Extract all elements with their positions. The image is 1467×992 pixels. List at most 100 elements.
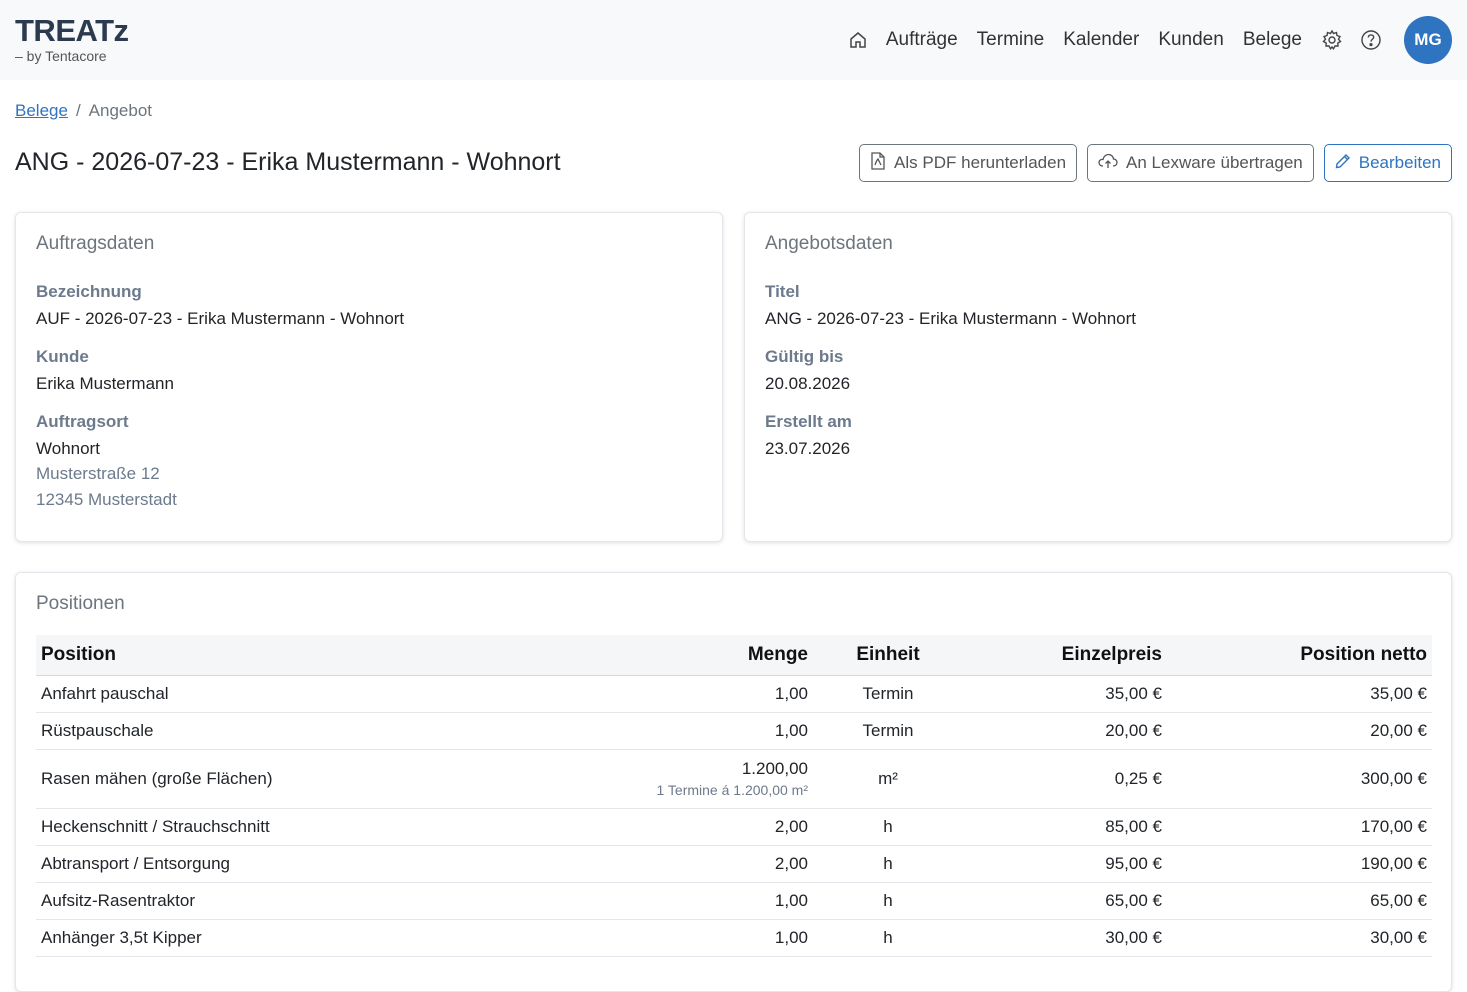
cell-einheit: Termin [813, 675, 963, 713]
cell-einheit: h [813, 919, 963, 957]
cell-einzelpreis: 30,00 € [963, 919, 1167, 957]
cell-menge: 1,00 [596, 712, 813, 750]
nav-link-kunden[interactable]: Kunden [1158, 29, 1224, 51]
user-avatar[interactable]: MG [1404, 16, 1452, 64]
cell-menge: 1,00 [596, 919, 813, 957]
gear-icon[interactable] [1321, 29, 1343, 51]
breadcrumb-separator: / [75, 101, 81, 120]
cell-netto: 30,00 € [1167, 919, 1432, 957]
table-header-row: Position Menge Einheit Einzelpreis Posit… [36, 635, 1432, 676]
cell-position: Rüstpauschale [36, 712, 596, 750]
cell-netto: 65,00 € [1167, 882, 1432, 920]
gueltig-label: Gültig bis [765, 347, 844, 366]
brand-tagline: – by Tentacore [15, 48, 107, 64]
angebotsdaten-title: Angebotsdaten [765, 233, 893, 254]
home-icon[interactable] [848, 29, 870, 51]
cell-netto: 190,00 € [1167, 845, 1432, 883]
auftragsort-street: Musterstraße 12 [36, 464, 160, 483]
table-row: Abtransport / Entsorgung 2,00 h 95,00 € … [36, 845, 1432, 883]
nav-link-belege[interactable]: Belege [1243, 29, 1302, 51]
cell-einzelpreis: 0,25 € [963, 749, 1167, 809]
cell-position: Aufsitz-Rasentraktor [36, 882, 596, 920]
bezeichnung-value: AUF - 2026-07-23 - Erika Mustermann - Wo… [36, 309, 405, 328]
cloud-upload-icon [1098, 153, 1118, 174]
cell-menge-detail: 1 Termine á 1.200,00 m² [656, 782, 809, 798]
cell-netto: 300,00 € [1167, 749, 1432, 809]
kunde-label: Kunde [36, 347, 89, 366]
main-nav: Aufträge Termine Kalender Kunden Belege … [848, 15, 1452, 65]
cell-einzelpreis: 85,00 € [963, 808, 1167, 846]
auftragsdaten-title: Auftragsdaten [36, 233, 155, 254]
brand-name: TREATz [15, 13, 129, 48]
table-row: Anhänger 3,5t Kipper 1,00 h 30,00 € 30,0… [36, 919, 1432, 957]
cell-einheit: h [813, 808, 963, 846]
angebotsdaten-card: Angebotsdaten Titel ANG - 2026-07-23 - E… [744, 212, 1452, 542]
cell-netto: 20,00 € [1167, 712, 1432, 750]
cell-einheit: m² [813, 749, 963, 809]
cell-position: Rasen mähen (große Flächen) [36, 749, 596, 809]
auftragsort-city: 12345 Musterstadt [36, 490, 177, 509]
help-icon[interactable] [1360, 29, 1382, 51]
header-netto: Position netto [1167, 635, 1432, 676]
cell-menge: 2,00 [596, 845, 813, 883]
bezeichnung-label: Bezeichnung [36, 282, 142, 301]
cell-netto: 170,00 € [1167, 808, 1432, 846]
edit-label: Bearbeiten [1358, 153, 1441, 172]
top-navbar: TREATz – by Tentacore Aufträge Termine K… [0, 0, 1467, 80]
titel-value: ANG - 2026-07-23 - Erika Mustermann - Wo… [765, 309, 1136, 328]
auftragsort-name: Wohnort [36, 439, 100, 458]
pdf-download-button[interactable]: Als PDF herunterladen [859, 144, 1078, 182]
gueltig-value: 20.08.2026 [765, 374, 851, 393]
page-title: ANG - 2026-07-23 - Erika Mustermann - Wo… [15, 148, 561, 176]
cell-einheit: Termin [813, 712, 963, 750]
auftragsort-label: Auftragsort [36, 412, 129, 431]
cell-menge: 2,00 [596, 808, 813, 846]
table-row: Heckenschnitt / Strauchschnitt 2,00 h 85… [36, 808, 1432, 846]
edit-button[interactable]: Bearbeiten [1323, 144, 1452, 182]
header-einheit: Einheit [813, 635, 963, 676]
kunde-value: Erika Mustermann [36, 374, 174, 393]
cell-einzelpreis: 65,00 € [963, 882, 1167, 920]
cell-menge: 1,00 [596, 882, 813, 920]
positionen-title: Positionen [36, 593, 125, 614]
cell-menge: 1.200,00 [741, 759, 808, 778]
action-toolbar: Als PDF herunterladen An Lexware übertra… [859, 144, 1452, 182]
cell-position: Anhänger 3,5t Kipper [36, 919, 596, 957]
lexware-transfer-label: An Lexware übertragen [1126, 153, 1303, 172]
cell-position: Heckenschnitt / Strauchschnitt [36, 808, 596, 846]
breadcrumb-link-belege[interactable]: Belege [15, 101, 68, 120]
pencil-icon [1335, 153, 1351, 174]
breadcrumb-current: Angebot [88, 101, 153, 120]
cell-position: Anfahrt pauschal [36, 675, 596, 713]
cell-einheit: h [813, 882, 963, 920]
table-row: Rasen mähen (große Flächen) 1.200,00 1 T… [36, 749, 1432, 809]
pdf-download-label: Als PDF herunterladen [894, 153, 1067, 172]
erstellt-value: 23.07.2026 [765, 439, 851, 458]
breadcrumb: Belege / Angebot [15, 101, 152, 121]
erstellt-label: Erstellt am [765, 412, 852, 431]
nav-link-termine[interactable]: Termine [977, 29, 1045, 51]
titel-label: Titel [765, 282, 800, 301]
cell-netto: 35,00 € [1167, 675, 1432, 713]
header-position: Position [36, 635, 596, 676]
positionen-card: Positionen Position Menge Einheit Einzel… [15, 572, 1452, 992]
nav-link-auftraege[interactable]: Aufträge [886, 29, 958, 51]
header-einzelpreis: Einzelpreis [963, 635, 1167, 676]
table-row: Anfahrt pauschal 1,00 Termin 35,00 € 35,… [36, 675, 1432, 713]
cell-menge-group: 1.200,00 1 Termine á 1.200,00 m² [596, 749, 813, 809]
cell-einheit: h [813, 845, 963, 883]
positionen-table: Position Menge Einheit Einzelpreis Posit… [36, 635, 1432, 957]
table-row: Rüstpauschale 1,00 Termin 20,00 € 20,00 … [36, 712, 1432, 750]
brand-logo[interactable]: TREATz – by Tentacore [15, 13, 129, 65]
lexware-transfer-button[interactable]: An Lexware übertragen [1087, 144, 1314, 182]
cell-einzelpreis: 20,00 € [963, 712, 1167, 750]
table-row: Aufsitz-Rasentraktor 1,00 h 65,00 € 65,0… [36, 882, 1432, 920]
auftragsdaten-card: Auftragsdaten Bezeichnung AUF - 2026-07-… [15, 212, 723, 542]
cell-einzelpreis: 95,00 € [963, 845, 1167, 883]
pdf-icon [870, 151, 886, 175]
cell-menge: 1,00 [596, 675, 813, 713]
cell-einzelpreis: 35,00 € [963, 675, 1167, 713]
header-menge: Menge [596, 635, 813, 676]
nav-link-kalender[interactable]: Kalender [1063, 29, 1139, 51]
cell-position: Abtransport / Entsorgung [36, 845, 596, 883]
